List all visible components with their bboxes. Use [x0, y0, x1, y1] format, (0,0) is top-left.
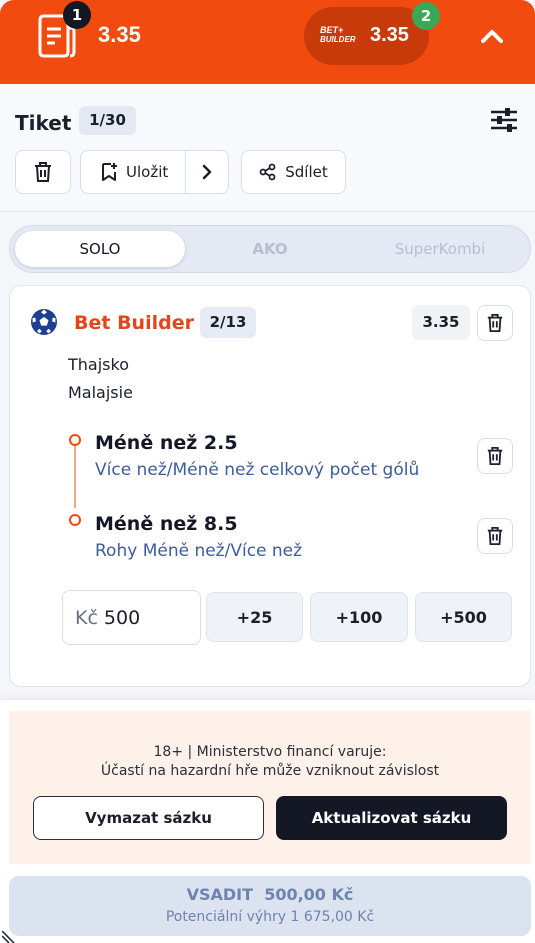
delete-ticket-button[interactable] — [15, 150, 71, 194]
save-ticket-button[interactable]: Uložit — [80, 150, 229, 194]
selection-title: Méně než 8.5 — [95, 513, 238, 535]
bet-builder-odds: 3.35 — [370, 24, 409, 46]
quick-stake-500-button[interactable]: +500 — [415, 592, 512, 642]
bet-type-tabs: SOLO AKO SuperKombi — [9, 225, 531, 273]
stake-value: 500 — [103, 606, 141, 629]
bet-odds: 3.35 — [412, 305, 470, 340]
share-icon — [259, 163, 276, 181]
remove-bet-button[interactable] — [477, 305, 513, 341]
stake-input[interactable]: Kč 500 — [62, 590, 201, 645]
save-label: Uložit — [126, 163, 169, 181]
ticket-count-badge: 1 — [63, 1, 91, 29]
share-ticket-button[interactable]: Sdílet — [241, 150, 346, 194]
place-bet-button[interactable]: VSADIT 500,00 Kč Potenciální výhry 1 675… — [9, 876, 531, 936]
tab-superkombi[interactable]: SuperKombi — [355, 231, 525, 267]
remove-selection-button[interactable] — [477, 518, 513, 554]
tab-ako[interactable]: AKO — [190, 231, 350, 267]
clear-bet-button[interactable]: Vymazat sázku — [33, 796, 264, 840]
home-team: Thajsko — [68, 355, 129, 374]
bookmark-add-icon — [102, 163, 117, 181]
gambling-warning-panel: 18+ | Ministerstvo financí varuje: Účast… — [9, 711, 531, 864]
trash-icon — [487, 314, 503, 332]
place-bet-label: VSADIT 500,00 Kč — [186, 885, 354, 904]
divider — [185, 151, 186, 193]
gambling-warning: 18+ | Ministerstvo financí varuje: Účast… — [100, 744, 440, 779]
timeline-connector — [74, 446, 76, 508]
sliders-icon[interactable] — [489, 106, 519, 134]
away-team: Malajsie — [68, 383, 133, 402]
soccer-ball-icon — [31, 309, 57, 335]
selection-title: Méně než 2.5 — [95, 432, 238, 454]
ticket-title: Tiket — [15, 111, 72, 135]
selection-dot — [69, 434, 81, 446]
chevron-up-icon[interactable] — [476, 22, 508, 50]
tab-solo[interactable]: SOLO — [15, 231, 185, 267]
selection-market: Více než/Méně než celkový počet gólů — [95, 460, 420, 480]
selection-market: Rohy Méně než/Více než — [95, 541, 303, 561]
trash-icon — [487, 447, 503, 465]
quick-stake-100-button[interactable]: +100 — [310, 592, 408, 642]
selection-dot — [69, 514, 81, 526]
share-label: Sdílet — [285, 163, 328, 181]
bet-card: Bet Builder 2/13 3.35 Thajsko Malajsie M… — [9, 285, 531, 687]
ticket-counter: 1/30 — [79, 106, 136, 135]
currency-label: Kč — [75, 606, 98, 629]
trash-icon — [35, 162, 51, 182]
update-bet-button[interactable]: Aktualizovat sázku — [276, 796, 507, 840]
remove-selection-button[interactable] — [477, 438, 513, 474]
ticket-summary-bar[interactable]: 1 3.35 BET+ BUILDER 3.35 2 — [0, 0, 535, 84]
selection-counter: 2/13 — [200, 307, 256, 338]
resize-handle-icon[interactable] — [2, 929, 16, 943]
trash-icon — [487, 527, 503, 545]
chevron-right-icon[interactable] — [199, 163, 215, 181]
bet-builder-logo: BET+ BUILDER — [320, 25, 356, 45]
ticket-footer: 18+ | Ministerstvo financí varuje: Účast… — [0, 700, 535, 943]
total-odds: 3.35 — [98, 22, 141, 47]
potential-win: Potenciální výhry 1 675,00 Kč — [165, 909, 375, 925]
bet-builder-title: Bet Builder — [74, 312, 194, 334]
bet-builder-count-badge: 2 — [412, 2, 440, 30]
quick-stake-25-button[interactable]: +25 — [206, 592, 303, 642]
bet-builder-pill[interactable]: BET+ BUILDER 3.35 — [304, 7, 429, 65]
ticket-header: Tiket 1/30 Uložit Sdílet — [0, 84, 535, 212]
